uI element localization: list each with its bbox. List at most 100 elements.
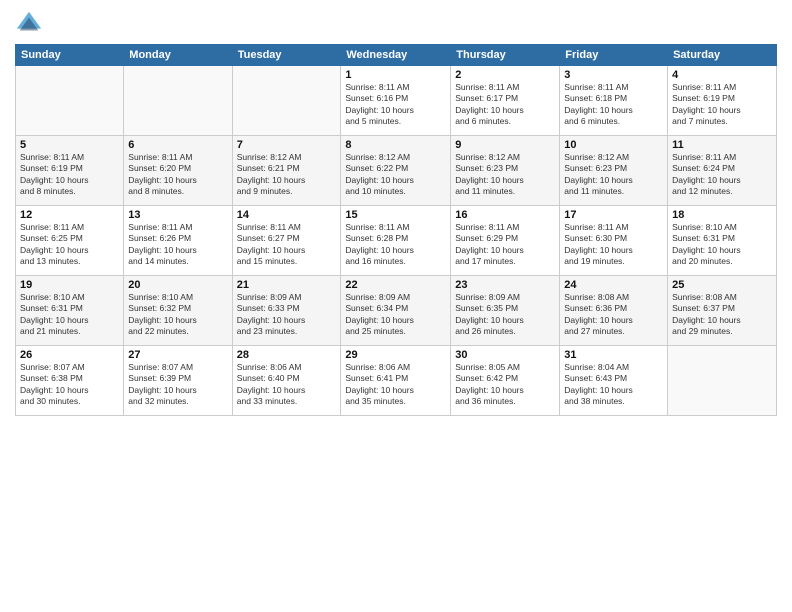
day-number: 25 bbox=[672, 279, 772, 291]
day-info: Sunrise: 8:11 AM Sunset: 6:24 PM Dayligh… bbox=[672, 152, 772, 198]
day-info: Sunrise: 8:10 AM Sunset: 6:31 PM Dayligh… bbox=[672, 222, 772, 268]
day-number: 20 bbox=[128, 279, 227, 291]
calendar-cell: 13Sunrise: 8:11 AM Sunset: 6:26 PM Dayli… bbox=[124, 206, 232, 276]
page: SundayMondayTuesdayWednesdayThursdayFrid… bbox=[0, 0, 792, 612]
calendar-week-1: 1Sunrise: 8:11 AM Sunset: 6:16 PM Daylig… bbox=[16, 66, 777, 136]
day-number: 28 bbox=[237, 349, 337, 361]
day-info: Sunrise: 8:11 AM Sunset: 6:16 PM Dayligh… bbox=[345, 82, 446, 128]
calendar-cell: 11Sunrise: 8:11 AM Sunset: 6:24 PM Dayli… bbox=[668, 136, 777, 206]
calendar-cell: 27Sunrise: 8:07 AM Sunset: 6:39 PM Dayli… bbox=[124, 346, 232, 416]
weekday-header-monday: Monday bbox=[124, 45, 232, 66]
day-number: 21 bbox=[237, 279, 337, 291]
day-info: Sunrise: 8:11 AM Sunset: 6:18 PM Dayligh… bbox=[564, 82, 663, 128]
calendar-cell: 20Sunrise: 8:10 AM Sunset: 6:32 PM Dayli… bbox=[124, 276, 232, 346]
day-info: Sunrise: 8:10 AM Sunset: 6:31 PM Dayligh… bbox=[20, 292, 119, 338]
calendar-cell: 7Sunrise: 8:12 AM Sunset: 6:21 PM Daylig… bbox=[232, 136, 341, 206]
calendar-table: SundayMondayTuesdayWednesdayThursdayFrid… bbox=[15, 44, 777, 416]
calendar-cell bbox=[232, 66, 341, 136]
day-info: Sunrise: 8:08 AM Sunset: 6:37 PM Dayligh… bbox=[672, 292, 772, 338]
weekday-header-tuesday: Tuesday bbox=[232, 45, 341, 66]
day-number: 3 bbox=[564, 69, 663, 81]
calendar-week-2: 5Sunrise: 8:11 AM Sunset: 6:19 PM Daylig… bbox=[16, 136, 777, 206]
calendar-cell: 26Sunrise: 8:07 AM Sunset: 6:38 PM Dayli… bbox=[16, 346, 124, 416]
day-info: Sunrise: 8:12 AM Sunset: 6:21 PM Dayligh… bbox=[237, 152, 337, 198]
calendar-cell: 18Sunrise: 8:10 AM Sunset: 6:31 PM Dayli… bbox=[668, 206, 777, 276]
day-info: Sunrise: 8:11 AM Sunset: 6:19 PM Dayligh… bbox=[672, 82, 772, 128]
day-info: Sunrise: 8:11 AM Sunset: 6:30 PM Dayligh… bbox=[564, 222, 663, 268]
day-info: Sunrise: 8:09 AM Sunset: 6:35 PM Dayligh… bbox=[455, 292, 555, 338]
day-number: 24 bbox=[564, 279, 663, 291]
day-number: 7 bbox=[237, 139, 337, 151]
day-number: 1 bbox=[345, 69, 446, 81]
day-number: 16 bbox=[455, 209, 555, 221]
calendar-cell: 25Sunrise: 8:08 AM Sunset: 6:37 PM Dayli… bbox=[668, 276, 777, 346]
weekday-header-thursday: Thursday bbox=[451, 45, 560, 66]
calendar-cell: 12Sunrise: 8:11 AM Sunset: 6:25 PM Dayli… bbox=[16, 206, 124, 276]
day-info: Sunrise: 8:12 AM Sunset: 6:23 PM Dayligh… bbox=[564, 152, 663, 198]
calendar-cell: 3Sunrise: 8:11 AM Sunset: 6:18 PM Daylig… bbox=[560, 66, 668, 136]
calendar-cell: 17Sunrise: 8:11 AM Sunset: 6:30 PM Dayli… bbox=[560, 206, 668, 276]
weekday-header-wednesday: Wednesday bbox=[341, 45, 451, 66]
day-info: Sunrise: 8:11 AM Sunset: 6:29 PM Dayligh… bbox=[455, 222, 555, 268]
day-info: Sunrise: 8:06 AM Sunset: 6:41 PM Dayligh… bbox=[345, 362, 446, 408]
day-number: 4 bbox=[672, 69, 772, 81]
calendar-cell: 8Sunrise: 8:12 AM Sunset: 6:22 PM Daylig… bbox=[341, 136, 451, 206]
day-number: 13 bbox=[128, 209, 227, 221]
calendar-cell: 4Sunrise: 8:11 AM Sunset: 6:19 PM Daylig… bbox=[668, 66, 777, 136]
day-info: Sunrise: 8:11 AM Sunset: 6:25 PM Dayligh… bbox=[20, 222, 119, 268]
calendar-cell: 30Sunrise: 8:05 AM Sunset: 6:42 PM Dayli… bbox=[451, 346, 560, 416]
calendar-week-3: 12Sunrise: 8:11 AM Sunset: 6:25 PM Dayli… bbox=[16, 206, 777, 276]
day-info: Sunrise: 8:08 AM Sunset: 6:36 PM Dayligh… bbox=[564, 292, 663, 338]
calendar-cell: 6Sunrise: 8:11 AM Sunset: 6:20 PM Daylig… bbox=[124, 136, 232, 206]
calendar-cell: 1Sunrise: 8:11 AM Sunset: 6:16 PM Daylig… bbox=[341, 66, 451, 136]
calendar-cell bbox=[16, 66, 124, 136]
day-info: Sunrise: 8:11 AM Sunset: 6:27 PM Dayligh… bbox=[237, 222, 337, 268]
calendar-week-5: 26Sunrise: 8:07 AM Sunset: 6:38 PM Dayli… bbox=[16, 346, 777, 416]
day-number: 6 bbox=[128, 139, 227, 151]
day-info: Sunrise: 8:09 AM Sunset: 6:34 PM Dayligh… bbox=[345, 292, 446, 338]
weekday-header-sunday: Sunday bbox=[16, 45, 124, 66]
day-info: Sunrise: 8:11 AM Sunset: 6:26 PM Dayligh… bbox=[128, 222, 227, 268]
day-info: Sunrise: 8:05 AM Sunset: 6:42 PM Dayligh… bbox=[455, 362, 555, 408]
day-info: Sunrise: 8:12 AM Sunset: 6:23 PM Dayligh… bbox=[455, 152, 555, 198]
day-number: 27 bbox=[128, 349, 227, 361]
day-info: Sunrise: 8:07 AM Sunset: 6:38 PM Dayligh… bbox=[20, 362, 119, 408]
day-info: Sunrise: 8:11 AM Sunset: 6:17 PM Dayligh… bbox=[455, 82, 555, 128]
calendar-cell: 22Sunrise: 8:09 AM Sunset: 6:34 PM Dayli… bbox=[341, 276, 451, 346]
day-info: Sunrise: 8:11 AM Sunset: 6:28 PM Dayligh… bbox=[345, 222, 446, 268]
day-number: 19 bbox=[20, 279, 119, 291]
calendar-body: 1Sunrise: 8:11 AM Sunset: 6:16 PM Daylig… bbox=[16, 66, 777, 416]
day-number: 12 bbox=[20, 209, 119, 221]
day-info: Sunrise: 8:04 AM Sunset: 6:43 PM Dayligh… bbox=[564, 362, 663, 408]
day-number: 2 bbox=[455, 69, 555, 81]
day-info: Sunrise: 8:07 AM Sunset: 6:39 PM Dayligh… bbox=[128, 362, 227, 408]
day-info: Sunrise: 8:11 AM Sunset: 6:20 PM Dayligh… bbox=[128, 152, 227, 198]
calendar-cell: 10Sunrise: 8:12 AM Sunset: 6:23 PM Dayli… bbox=[560, 136, 668, 206]
calendar-cell: 31Sunrise: 8:04 AM Sunset: 6:43 PM Dayli… bbox=[560, 346, 668, 416]
calendar-cell: 24Sunrise: 8:08 AM Sunset: 6:36 PM Dayli… bbox=[560, 276, 668, 346]
calendar-cell: 15Sunrise: 8:11 AM Sunset: 6:28 PM Dayli… bbox=[341, 206, 451, 276]
calendar-cell: 21Sunrise: 8:09 AM Sunset: 6:33 PM Dayli… bbox=[232, 276, 341, 346]
day-info: Sunrise: 8:06 AM Sunset: 6:40 PM Dayligh… bbox=[237, 362, 337, 408]
day-info: Sunrise: 8:12 AM Sunset: 6:22 PM Dayligh… bbox=[345, 152, 446, 198]
calendar-cell: 29Sunrise: 8:06 AM Sunset: 6:41 PM Dayli… bbox=[341, 346, 451, 416]
calendar-cell: 9Sunrise: 8:12 AM Sunset: 6:23 PM Daylig… bbox=[451, 136, 560, 206]
day-info: Sunrise: 8:11 AM Sunset: 6:19 PM Dayligh… bbox=[20, 152, 119, 198]
header bbox=[15, 10, 777, 38]
logo bbox=[15, 10, 45, 38]
day-number: 31 bbox=[564, 349, 663, 361]
day-number: 15 bbox=[345, 209, 446, 221]
calendar-cell: 5Sunrise: 8:11 AM Sunset: 6:19 PM Daylig… bbox=[16, 136, 124, 206]
day-number: 8 bbox=[345, 139, 446, 151]
day-number: 5 bbox=[20, 139, 119, 151]
calendar-cell: 19Sunrise: 8:10 AM Sunset: 6:31 PM Dayli… bbox=[16, 276, 124, 346]
calendar-cell: 2Sunrise: 8:11 AM Sunset: 6:17 PM Daylig… bbox=[451, 66, 560, 136]
day-number: 10 bbox=[564, 139, 663, 151]
day-number: 30 bbox=[455, 349, 555, 361]
day-info: Sunrise: 8:09 AM Sunset: 6:33 PM Dayligh… bbox=[237, 292, 337, 338]
day-number: 23 bbox=[455, 279, 555, 291]
calendar-cell bbox=[124, 66, 232, 136]
day-number: 26 bbox=[20, 349, 119, 361]
calendar-cell: 28Sunrise: 8:06 AM Sunset: 6:40 PM Dayli… bbox=[232, 346, 341, 416]
day-number: 18 bbox=[672, 209, 772, 221]
